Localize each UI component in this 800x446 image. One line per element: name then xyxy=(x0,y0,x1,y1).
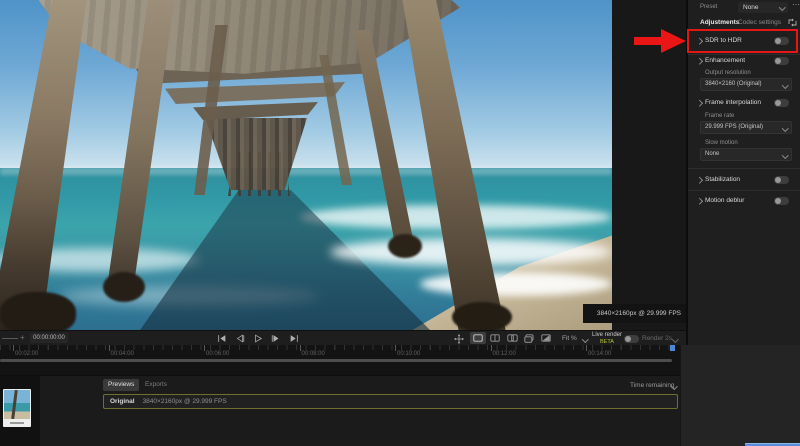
slow-motion-label: Slow motion xyxy=(705,140,738,146)
clip-thumbnail-pylon xyxy=(11,390,18,419)
video-viewport: 3840×2160px @ 29.999 FPS xyxy=(0,0,686,330)
stabilization-toggle[interactable] xyxy=(774,176,789,184)
timeline-major-tick xyxy=(299,345,301,351)
frame-interpolation-toggle[interactable] xyxy=(774,99,789,107)
timeline-tick-label: 00:04:00 xyxy=(110,351,134,357)
frame-rate-value: 29.999 FPS (Original) xyxy=(705,124,764,130)
video-preview-image[interactable] xyxy=(0,0,612,330)
timeline-major-tick xyxy=(395,345,396,351)
frame-rate-label: Frame rate xyxy=(705,113,735,119)
fit-zoom-dropdown[interactable]: Fit % xyxy=(562,335,577,342)
enhancement-label: Enhancement xyxy=(705,57,746,64)
clip-thumbnail-caption xyxy=(10,422,24,424)
view-split-button[interactable] xyxy=(487,332,503,344)
section-expand-icon[interactable] xyxy=(696,58,703,65)
frame-rate-dropdown[interactable]: 29.999 FPS (Original) xyxy=(700,121,792,134)
view-side-by-side-button[interactable] xyxy=(504,332,520,344)
view-stacked-button[interactable] xyxy=(521,332,537,344)
scene-foam xyxy=(420,272,612,296)
live-render-toggle[interactable] xyxy=(624,335,639,343)
chevron-down-icon xyxy=(582,336,589,343)
red-highlight-box xyxy=(687,29,798,53)
timeline-tick-label: 00:14:00 xyxy=(588,351,612,357)
tab-previews[interactable]: Previews xyxy=(103,379,140,391)
step-forward-button[interactable] xyxy=(269,333,283,344)
slow-motion-dropdown[interactable]: None xyxy=(700,148,792,161)
timeline-ruler[interactable]: 00:02:00 00:04:00 00:06:00 00:08:00 00:10:00… xyxy=(0,345,676,358)
output-resolution-value: 3840×2160 (Original) xyxy=(705,81,762,87)
chevron-down-icon xyxy=(778,4,785,11)
timeline-scrollbar[interactable] xyxy=(0,359,672,362)
section-expand-icon[interactable] xyxy=(696,100,703,107)
preview-list-row[interactable]: Original 3840×2160px @ 29.999 FPS xyxy=(103,394,678,409)
corner-panel xyxy=(681,345,800,446)
resolution-overlay: 3840×2160px @ 29.999 FPS xyxy=(583,304,686,323)
frame-interpolation-label: Frame interpolation xyxy=(705,99,761,106)
output-resolution-label: Output resolution xyxy=(705,70,751,76)
pan-tool-icon[interactable] xyxy=(452,333,466,344)
chevron-down-icon xyxy=(781,152,788,159)
motion-deblur-label: Motion deblur xyxy=(705,197,745,204)
timeline-tick-label: 00:02:00 xyxy=(15,351,39,357)
step-back-button[interactable] xyxy=(233,333,247,344)
time-remaining-dropdown[interactable]: Time remaining xyxy=(630,382,675,389)
output-resolution-dropdown[interactable]: 3840×2160 (Original) xyxy=(700,78,792,91)
tab-exports[interactable]: Exports xyxy=(140,379,172,391)
enhancement-toggle[interactable] xyxy=(774,57,789,65)
divider xyxy=(688,190,800,191)
clip-strip xyxy=(0,376,40,446)
chevron-down-icon xyxy=(781,125,788,132)
render-button[interactable]: Render 2s xyxy=(642,335,672,342)
timeline-major-tick xyxy=(108,345,110,351)
tab-codec-settings[interactable]: Codec settings xyxy=(738,19,781,26)
video-ai-app: 3840×2160px @ 29.999 FPS Preset None ⋯ A… xyxy=(0,0,800,446)
divider xyxy=(688,54,800,55)
timeline-major-tick xyxy=(204,345,205,351)
timeline-major-tick xyxy=(586,345,587,351)
timeline-major-tick xyxy=(490,345,492,351)
red-arrow-annotation xyxy=(634,29,686,53)
crop-rotate-icon[interactable] xyxy=(788,18,797,27)
timeline-tick-label: 00:08:00 xyxy=(301,351,325,357)
previews-panel: Previews Exports Time remaining Original… xyxy=(0,375,680,446)
timeline-panel: 00:02:00 00:04:00 00:06:00 00:08:00 00:10:00… xyxy=(0,345,680,375)
transport-bar: + 00:00:00:00 Fit % Live render BETA Ren… xyxy=(0,330,686,345)
play-button[interactable] xyxy=(251,333,265,344)
motion-deblur-toggle[interactable] xyxy=(774,197,789,205)
divider xyxy=(688,168,800,169)
preset-dropdown[interactable]: None xyxy=(738,2,788,13)
timeline-tick-label: 00:10:00 xyxy=(397,351,421,357)
live-render-label: Live render xyxy=(592,332,623,338)
timeline-major-tick xyxy=(13,345,14,351)
scene-horizon-haze xyxy=(0,167,612,175)
view-diagonal-split-button[interactable] xyxy=(538,332,554,344)
tab-adjustments[interactable]: Adjustments xyxy=(700,19,739,26)
preset-label: Preset xyxy=(700,4,718,10)
view-single-button[interactable] xyxy=(470,332,486,344)
section-expand-icon[interactable] xyxy=(696,177,703,184)
zoom-plus-icon[interactable]: + xyxy=(20,333,25,343)
preview-row-name: Original xyxy=(110,398,135,405)
clip-thumbnail-image xyxy=(4,390,30,419)
scene-pylon-base xyxy=(388,234,422,258)
scene-pylon-base xyxy=(103,272,145,302)
scene-pylon-base xyxy=(0,292,76,330)
skip-start-button[interactable] xyxy=(215,333,229,344)
ellipsis-menu-icon[interactable]: ⋯ xyxy=(792,0,800,9)
stabilization-label: Stabilization xyxy=(705,176,741,183)
timeline-tick-label: 00:06:00 xyxy=(206,351,230,357)
section-expand-icon[interactable] xyxy=(696,198,703,205)
preset-value: None xyxy=(743,4,759,11)
timeline-playhead-marker[interactable] xyxy=(670,345,675,351)
viewport-zoom-slider[interactable] xyxy=(2,338,18,339)
slow-motion-value: None xyxy=(705,151,720,157)
skip-end-button[interactable] xyxy=(287,333,301,344)
scene-pylon-base xyxy=(452,302,512,330)
timecode-display: 00:00:00:00 xyxy=(30,333,68,343)
preview-row-info: 3840×2160px @ 29.999 FPS xyxy=(142,398,227,405)
chevron-down-icon xyxy=(672,336,679,343)
clip-thumbnail[interactable] xyxy=(3,389,31,427)
chevron-down-icon xyxy=(781,82,788,89)
timeline-tick-label: 00:12:00 xyxy=(492,351,516,357)
